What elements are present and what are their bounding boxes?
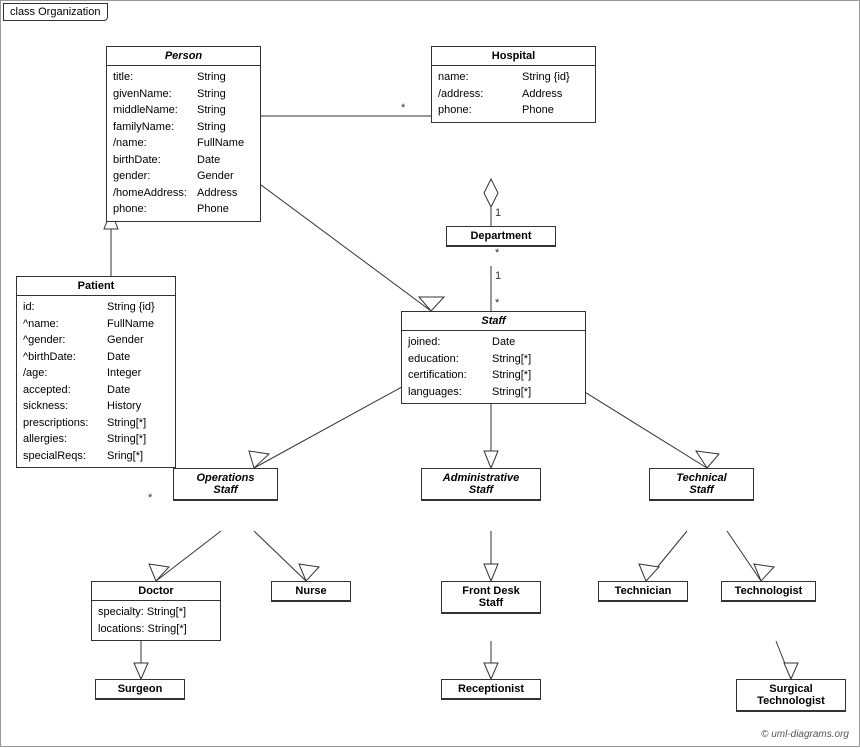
hospital-class: Hospital name:String {id} /address:Addre… (431, 46, 596, 123)
surgeon-title: Surgeon (96, 680, 184, 699)
staff-class: Staff joined:Date education:String[*] ce… (401, 311, 586, 404)
department-title: Department (447, 227, 555, 246)
technologist-title: Technologist (722, 582, 815, 601)
hospital-title: Hospital (432, 47, 595, 66)
department-class: Department (446, 226, 556, 247)
diagram-title: class Organization (3, 3, 108, 21)
diagram-container: class Organization * * 1 * 1 * * * (0, 0, 860, 747)
person-class: Person title:String givenName:String mid… (106, 46, 261, 222)
hospital-body: name:String {id} /address:Address phone:… (432, 66, 595, 122)
doctor-class: Doctor specialty: String[*] locations: S… (91, 581, 221, 641)
svg-text:*: * (148, 492, 153, 504)
svg-text:*: * (401, 102, 406, 114)
doctor-title: Doctor (92, 582, 220, 601)
front-desk-staff-class: Front DeskStaff (441, 581, 541, 614)
doctor-body: specialty: String[*] locations: String[*… (92, 601, 220, 640)
front-desk-staff-title: Front DeskStaff (442, 582, 540, 613)
svg-text:*: * (495, 297, 500, 309)
person-body: title:String givenName:String middleName… (107, 66, 260, 221)
administrative-staff-title: AdministrativeStaff (422, 469, 540, 500)
patient-class: Patient id:String {id} ^name:FullName ^g… (16, 276, 176, 468)
surgical-technologist-class: SurgicalTechnologist (736, 679, 846, 712)
technical-staff-class: TechnicalStaff (649, 468, 754, 501)
technologist-class: Technologist (721, 581, 816, 602)
svg-text:*: * (495, 247, 500, 259)
surgical-technologist-title: SurgicalTechnologist (737, 680, 845, 711)
operations-staff-title: OperationsStaff (174, 469, 277, 500)
patient-title: Patient (17, 277, 175, 296)
technician-class: Technician (598, 581, 688, 602)
staff-title: Staff (402, 312, 585, 331)
technician-title: Technician (599, 582, 687, 601)
person-title: Person (107, 47, 260, 66)
receptionist-title: Receptionist (442, 680, 540, 699)
technical-staff-title: TechnicalStaff (650, 469, 753, 500)
administrative-staff-class: AdministrativeStaff (421, 468, 541, 501)
nurse-class: Nurse (271, 581, 351, 602)
operations-staff-class: OperationsStaff (173, 468, 278, 501)
svg-text:1: 1 (495, 270, 501, 282)
receptionist-class: Receptionist (441, 679, 541, 700)
staff-body: joined:Date education:String[*] certific… (402, 331, 585, 403)
svg-text:1: 1 (495, 207, 501, 219)
patient-body: id:String {id} ^name:FullName ^gender:Ge… (17, 296, 175, 467)
surgeon-class: Surgeon (95, 679, 185, 700)
nurse-title: Nurse (272, 582, 350, 601)
copyright-text: © uml-diagrams.org (761, 729, 849, 740)
